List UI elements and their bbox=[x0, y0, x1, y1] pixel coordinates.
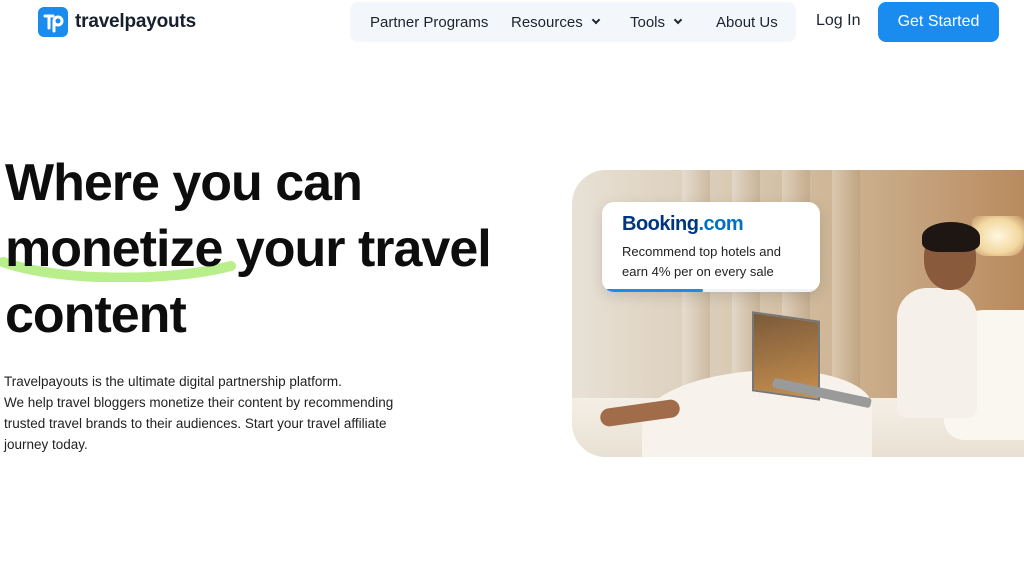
highlight-word: monetize bbox=[5, 220, 223, 278]
headline-highlight: monetize bbox=[0, 216, 236, 282]
headline-line-2-rest: your travel bbox=[222, 220, 492, 278]
brand-name: travelpayouts bbox=[75, 11, 196, 32]
chevron-down-icon bbox=[591, 15, 600, 25]
nav-item-about-us[interactable]: About Us bbox=[716, 2, 778, 42]
chevron-down-icon bbox=[673, 15, 683, 25]
booking-logo: Booking.com bbox=[622, 213, 744, 235]
booking-promo-card: Booking.com Recommend top hotels and ear… bbox=[602, 202, 820, 292]
person-body bbox=[897, 288, 977, 418]
person-hair bbox=[922, 222, 980, 252]
nav-item-label: Resources bbox=[511, 13, 583, 31]
description-line: trusted travel brands to their audiences… bbox=[4, 416, 387, 431]
headline-line-2: monetize your travel bbox=[0, 216, 492, 282]
nav-item-tools[interactable]: Tools bbox=[630, 2, 683, 42]
headline-line-1: Where you can bbox=[5, 154, 363, 212]
nav-item-partner-programs[interactable]: Partner Programs bbox=[370, 2, 488, 42]
login-link[interactable]: Log In bbox=[816, 12, 860, 30]
get-started-button[interactable]: Get Started bbox=[878, 2, 999, 42]
nav-item-label: Tools bbox=[630, 13, 666, 31]
description-line: We help travel bloggers monetize their c… bbox=[4, 395, 394, 410]
main-nav: Partner Programs Resources Tools About U… bbox=[350, 2, 796, 42]
hero-description: Travelpayouts is the ultimate digital pa… bbox=[4, 371, 444, 455]
nav-item-label: About Us bbox=[716, 13, 778, 31]
card-text-line: Recommend top hotels and bbox=[622, 244, 781, 259]
description-line: Travelpayouts is the ultimate digital pa… bbox=[4, 374, 342, 389]
hero-headline: Where you can monetize your travel conte… bbox=[0, 150, 492, 348]
nav-item-label: Partner Programs bbox=[370, 13, 489, 31]
tp-logo-icon bbox=[38, 7, 68, 37]
headline-line-3: content bbox=[5, 286, 187, 344]
description-line: journey today. bbox=[4, 437, 88, 452]
card-description: Recommend top hotels and earn 4% per on … bbox=[622, 242, 812, 282]
card-progress-bar bbox=[606, 289, 703, 292]
brand-logo[interactable]: travelpayouts bbox=[38, 7, 196, 37]
card-text-line: earn 4% per on every sale bbox=[622, 264, 774, 279]
nav-item-resources[interactable]: Resources bbox=[511, 2, 600, 42]
